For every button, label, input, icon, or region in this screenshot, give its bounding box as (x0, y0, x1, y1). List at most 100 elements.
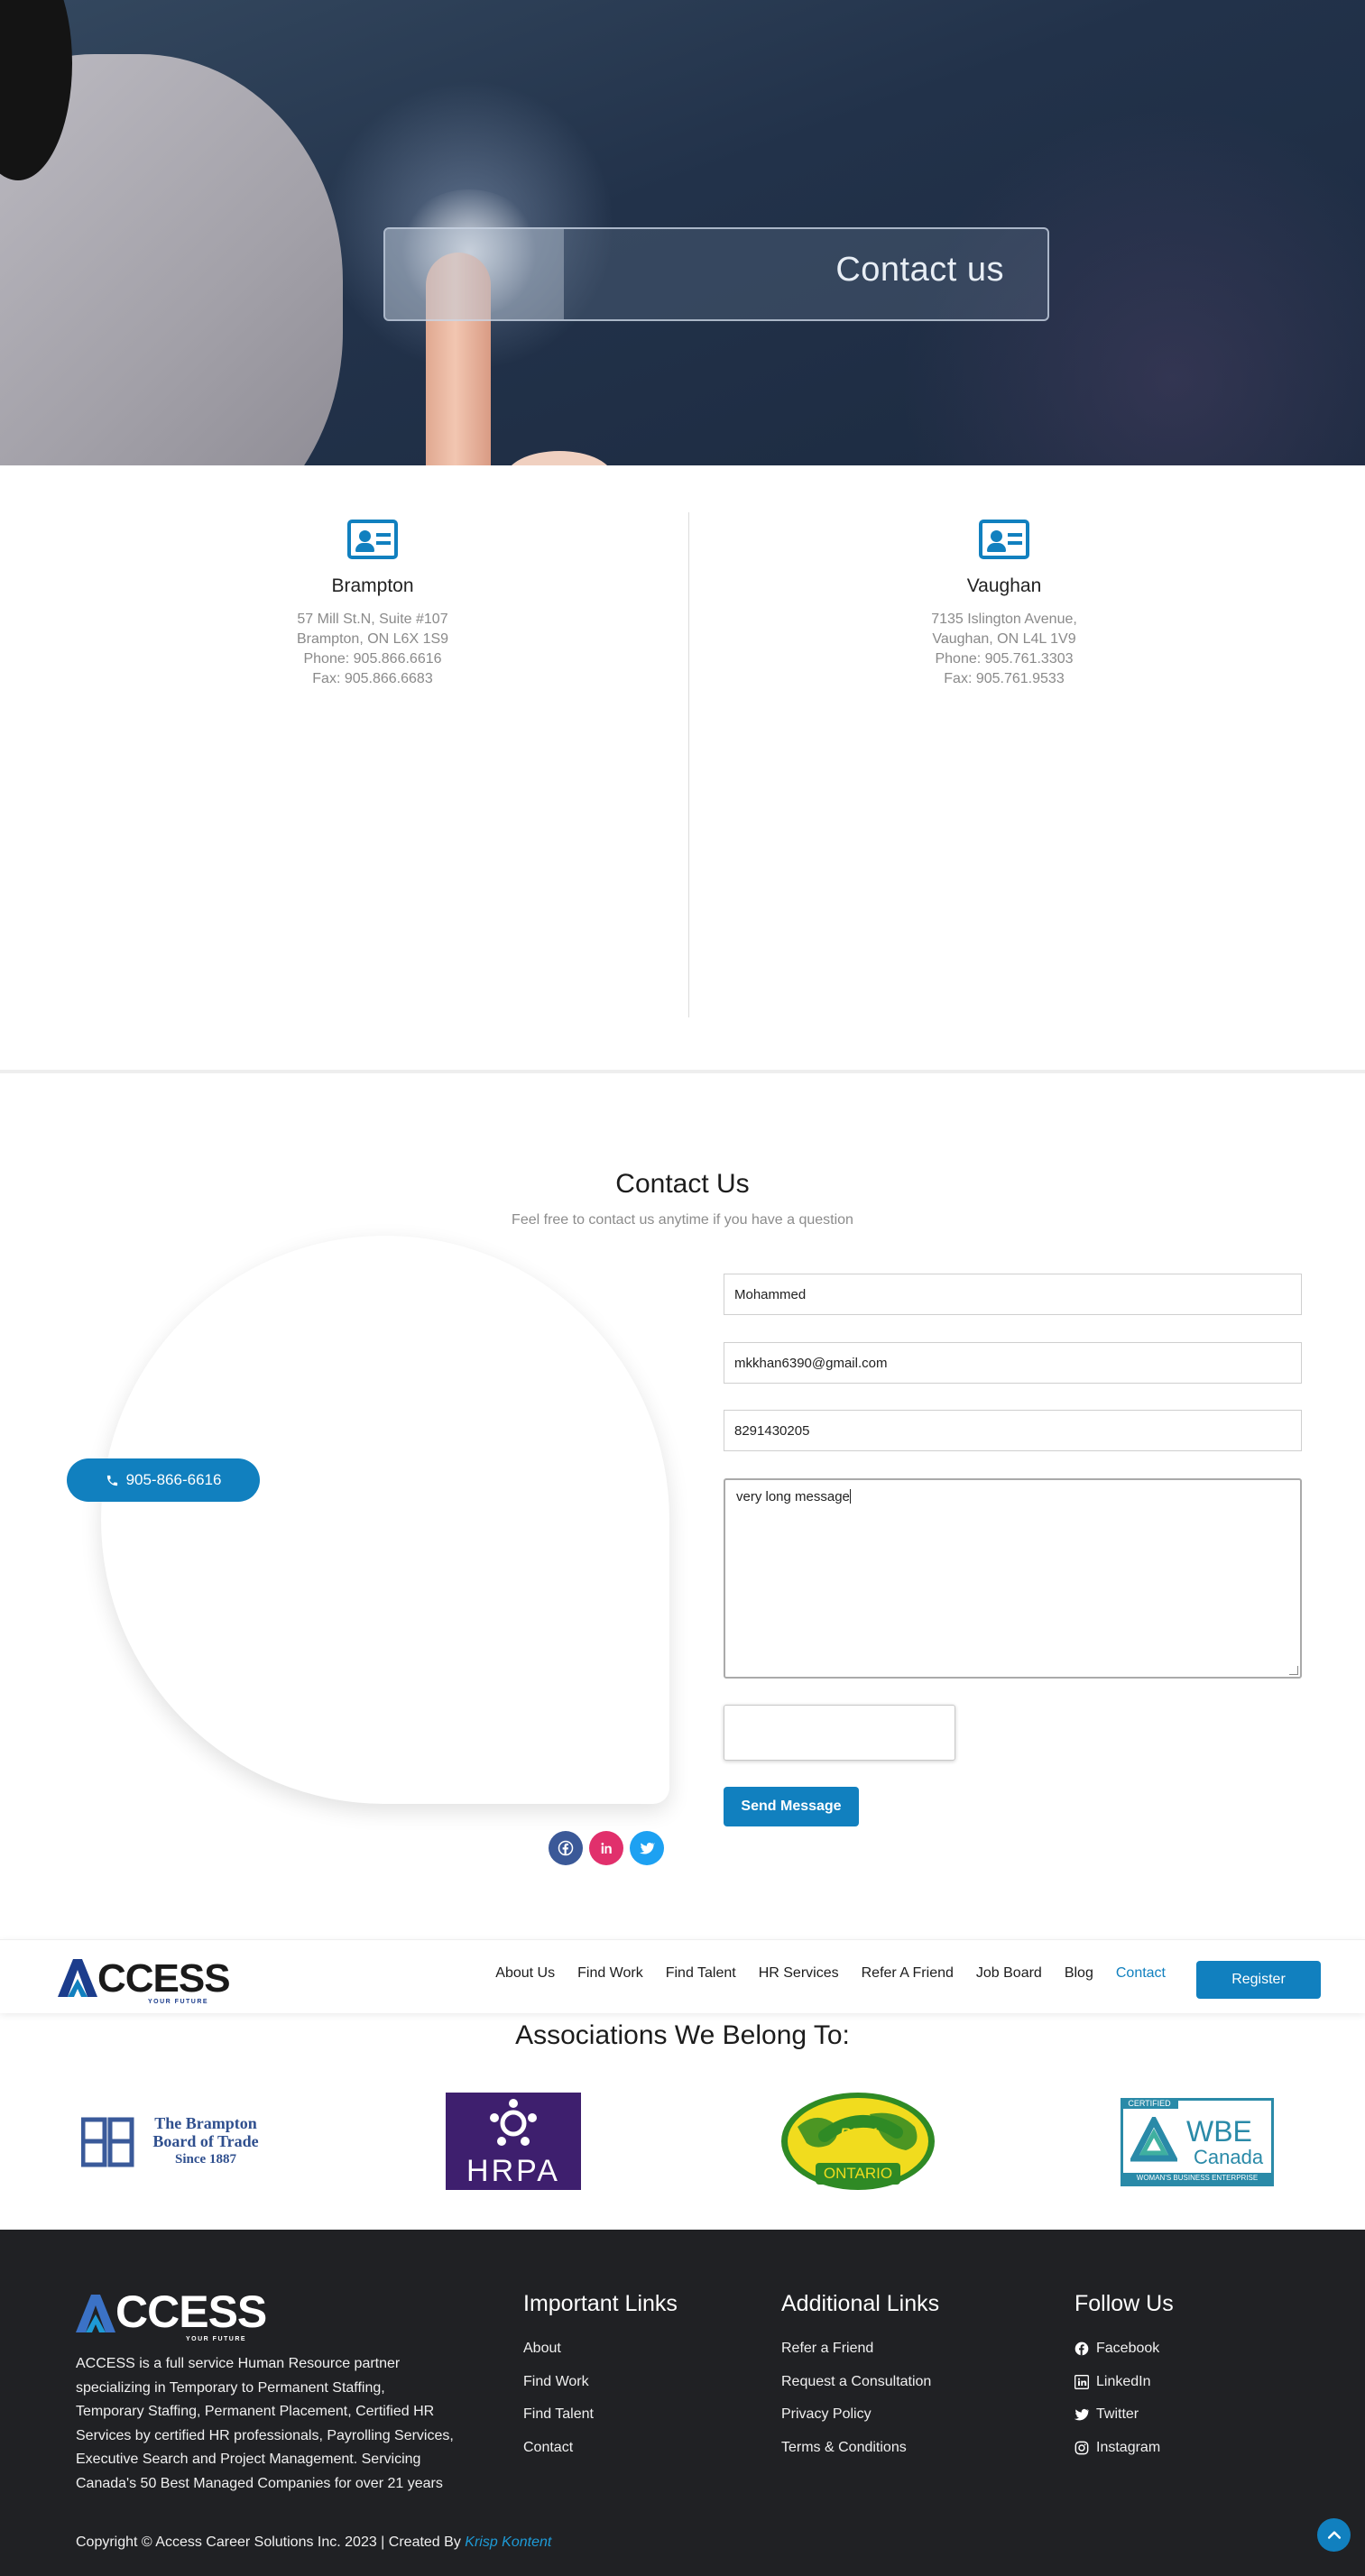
bpw-text: BPW (840, 2125, 876, 2142)
copyright-text: Copyright © Access Career Solutions Inc.… (76, 2535, 461, 2550)
phone-call-button[interactable]: 905-866-6616 (67, 1458, 260, 1502)
wbe-canada-text: Canada (1194, 2146, 1264, 2168)
footer-logo-wordmark: CCESS (115, 2286, 267, 2337)
office-fax: Fax: 905.866.6683 (312, 671, 433, 686)
hero-banner: Contact us (0, 0, 1365, 465)
office-name: Vaughan (966, 575, 1042, 596)
office-address-line: Brampton, ON L6X 1S9 (296, 631, 449, 647)
access-logo[interactable]: CCESS YOUR FUTURE (58, 1956, 231, 2005)
offices-section: Brampton 57 Mill St.N, Suite #107 Brampt… (0, 465, 1365, 1070)
nav-contact[interactable]: Contact (1116, 1965, 1166, 1982)
logo-tagline: YOUR FUTURE (148, 1999, 209, 2005)
bpw-ontario-text: ONTARIO (823, 2165, 893, 2182)
nav-job-board[interactable]: Job Board (976, 1965, 1042, 1982)
scroll-to-top-button[interactable] (1317, 2518, 1351, 2552)
email-field[interactable]: mkkhan6390@gmail.com (724, 1342, 1302, 1384)
footer-link-find-talent[interactable]: Find Talent (523, 2406, 594, 2423)
hrpa-logo: HRPA (446, 2093, 581, 2190)
footer-access-logo[interactable]: CCESS YOUR FUTURE (76, 2286, 267, 2342)
footer-link-contact[interactable]: Contact (523, 2440, 573, 2456)
nav-find-talent[interactable]: Find Talent (666, 1965, 736, 1982)
twitter-icon[interactable] (630, 1831, 664, 1865)
phone-field[interactable]: 8291430205 (724, 1410, 1302, 1451)
linkedin-icon (1074, 2375, 1089, 2389)
creator-link[interactable]: Krisp Kontent (465, 2535, 551, 2550)
contact-subtitle: Feel free to contact us anytime if you h… (512, 1212, 853, 1228)
message-field[interactable]: very long message (724, 1478, 1302, 1679)
footer-link-privacy[interactable]: Privacy Policy (781, 2406, 872, 2423)
nav-about-us[interactable]: About Us (495, 1965, 555, 1982)
footer-instagram-label: Instagram (1096, 2440, 1161, 2455)
contact-title: Contact Us (615, 1169, 750, 1199)
hero-title: Contact us (835, 251, 1004, 289)
text-caret (849, 1489, 851, 1504)
follow-us-title: Follow Us (1074, 2291, 1174, 2316)
footer-facebook-label: Facebook (1096, 2341, 1160, 2356)
linkedin-icon[interactable] (589, 1831, 623, 1865)
footer-link-terms[interactable]: Terms & Conditions (781, 2440, 907, 2456)
footer-logo-tagline: YOUR FUTURE (186, 2336, 247, 2342)
brampton-line: The Brampton (154, 2114, 257, 2132)
hero-bar-knob (385, 229, 564, 319)
message-text: very long message (736, 1489, 850, 1504)
footer-link-refer[interactable]: Refer a Friend (781, 2341, 873, 2357)
contact-card-icon (979, 520, 1029, 559)
brampton-board-of-trade-logo: The Brampton Board of Trade Since 1887 (81, 2111, 262, 2174)
office-address-line: Vaughan, ON L4L 1V9 (932, 631, 1076, 647)
office-phone: Phone: 905.866.6616 (303, 651, 442, 667)
footer-description: ACCESS is a full service Human Resource … (76, 2356, 454, 2491)
footer-link-about[interactable]: About (523, 2341, 561, 2357)
footer-linkedin-label: LinkedIn (1096, 2374, 1151, 2389)
send-message-button[interactable]: Send Message (724, 1787, 859, 1826)
hero-hand-image (505, 451, 613, 465)
logo-wordmark: CCESS (97, 1956, 231, 2001)
nav-blog[interactable]: Blog (1065, 1965, 1093, 1982)
brampton-board-mark (81, 2117, 134, 2167)
brampton-line: Since 1887 (175, 2152, 236, 2167)
footer-link-consultation[interactable]: Request a Consultation (781, 2374, 931, 2390)
phone-number: 905-866-6616 (125, 1471, 222, 1488)
wbe-triangle-mark (1130, 2117, 1177, 2162)
facebook-icon (1074, 2341, 1089, 2356)
hrpa-star-mark (490, 2099, 537, 2146)
copyright: Copyright © Access Career Solutions Inc.… (76, 2535, 551, 2551)
footer-facebook-link[interactable]: Facebook (1074, 2341, 1159, 2357)
wbe-certified: CERTIFIED (1121, 2098, 1178, 2109)
contact-card-icon (347, 520, 398, 559)
office-name: Brampton (331, 575, 414, 596)
additional-links-title: Additional Links (781, 2291, 940, 2316)
register-button[interactable]: Register (1196, 1961, 1321, 1999)
social-buttons (549, 1831, 664, 1865)
office-fax: Fax: 905.761.9533 (944, 671, 1065, 686)
office-divider (688, 512, 689, 1017)
facebook-icon[interactable] (549, 1831, 583, 1865)
name-field[interactable]: Mohammed (724, 1274, 1302, 1315)
site-footer: CCESS YOUR FUTURE ACCESS is a full servi… (0, 2230, 1365, 2576)
bpw-ontario-logo: BPW ONTARIO (779, 2091, 936, 2192)
brampton-line: Board of Trade (152, 2132, 259, 2150)
nav-hr-services[interactable]: HR Services (759, 1965, 839, 1982)
section-divider (0, 1070, 1365, 1073)
captcha-widget[interactable] (724, 1705, 955, 1761)
nav-links: About Us Find Work Find Talent HR Servic… (495, 1965, 1166, 1982)
wbe-canada-logo: CERTIFIED WBE Canada WOMAN'S BUSINESS EN… (1121, 2098, 1274, 2186)
nav-find-work[interactable]: Find Work (577, 1965, 643, 1982)
access-logo-mark (58, 1959, 97, 1997)
important-links-title: Important Links (523, 2291, 678, 2316)
nav-refer-a-friend[interactable]: Refer A Friend (862, 1965, 954, 1982)
map-blob (101, 1236, 669, 1804)
hrpa-text: HRPA (466, 2154, 560, 2188)
instagram-icon (1074, 2441, 1089, 2455)
footer-logo-mark (76, 2295, 115, 2332)
footer-twitter-link[interactable]: Twitter (1074, 2406, 1139, 2423)
chevron-up-icon (1327, 2530, 1341, 2539)
twitter-icon (1074, 2407, 1089, 2422)
hero-search-bar: Contact us (383, 227, 1049, 321)
footer-link-find-work[interactable]: Find Work (523, 2374, 589, 2390)
office-address-line: 7135 Islington Avenue, (931, 612, 1077, 627)
office-vaughan: Vaughan 7135 Islington Avenue, Vaughan, … (733, 520, 1275, 689)
associations-title: Associations We Belong To: (515, 2020, 850, 2050)
footer-instagram-link[interactable]: Instagram (1074, 2440, 1160, 2456)
resize-handle[interactable] (1289, 1666, 1298, 1675)
footer-linkedin-link[interactable]: LinkedIn (1074, 2374, 1151, 2390)
